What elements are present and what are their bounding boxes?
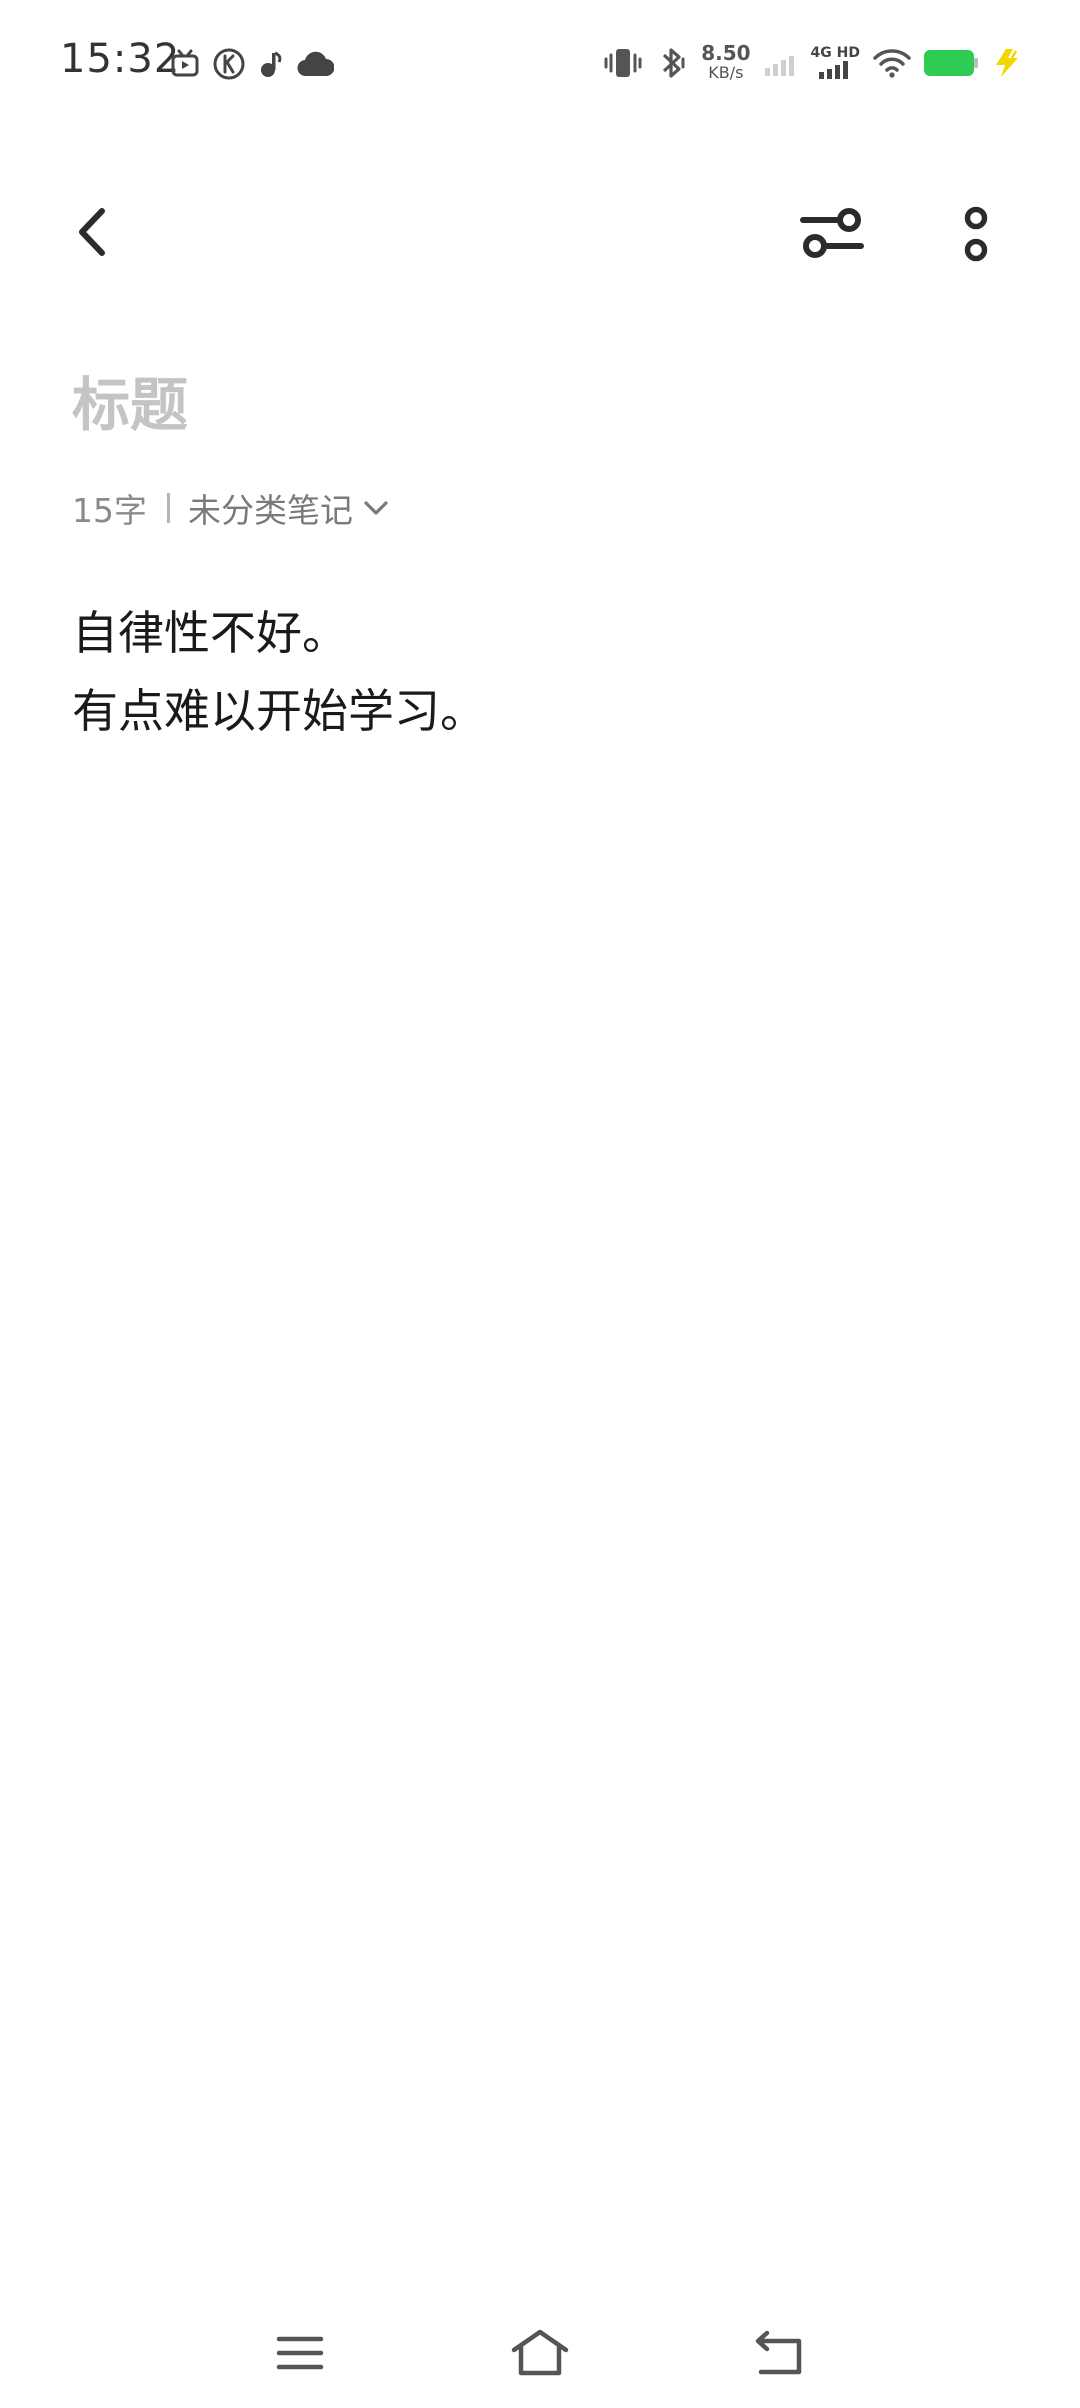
sliders-icon xyxy=(800,208,864,258)
char-count: 15字 xyxy=(72,491,147,530)
net-speed-value: 8.50 xyxy=(701,41,751,65)
note-meta: 15字 未分类笔记 xyxy=(72,478,389,538)
charging-bolt-icon xyxy=(996,49,1018,77)
wifi-icon xyxy=(873,49,911,78)
back-arrow-icon xyxy=(755,2330,802,2375)
category-label: 未分类笔记 xyxy=(188,491,353,530)
menu-icon xyxy=(276,2336,324,2370)
network-type-badge: 4G HD xyxy=(811,46,860,80)
tv-icon xyxy=(171,49,199,77)
net-speed-unit: KB/s xyxy=(708,63,744,82)
cloud-icon xyxy=(297,51,334,77)
format-settings-button[interactable] xyxy=(796,198,868,270)
more-vertical-icon xyxy=(964,206,988,262)
system-icons: 8.50 KB/s 4G HD xyxy=(603,38,1022,88)
signal-sim2-icon xyxy=(819,61,849,79)
meta-divider xyxy=(167,493,170,523)
battery-icon xyxy=(924,50,978,76)
back-button[interactable] xyxy=(62,202,122,262)
nav-menu-button[interactable] xyxy=(260,2318,340,2388)
system-navigation-bar xyxy=(0,2300,1080,2408)
note-line: 有点难以开始学习。 xyxy=(72,684,486,738)
note-content-editor[interactable]: 自律性不好。 有点难以开始学习。 xyxy=(72,594,1012,750)
net-speed-indicator: 8.50 KB/s xyxy=(701,41,751,82)
k-circle-icon xyxy=(213,48,245,80)
hd-label: HD xyxy=(836,45,860,61)
nav-back-button[interactable] xyxy=(740,2318,820,2388)
category-dropdown[interactable]: 未分类笔记 xyxy=(188,484,389,532)
notification-icons xyxy=(170,44,334,84)
status-bar: 15:32 8.50 KB/s 4G HD xyxy=(0,0,1080,128)
nav-home-button[interactable] xyxy=(500,2318,580,2388)
music-note-icon xyxy=(261,51,282,77)
signal-sim1-icon xyxy=(764,56,794,76)
more-options-button[interactable] xyxy=(940,198,1012,270)
vibrate-icon xyxy=(604,49,642,77)
editor-toolbar xyxy=(0,180,1080,290)
note-title-input[interactable] xyxy=(72,360,1012,450)
chevron-down-icon xyxy=(364,501,388,515)
status-time: 15:32 xyxy=(60,36,181,82)
home-icon xyxy=(511,2329,569,2376)
network-type: 4G xyxy=(810,45,832,61)
note-line: 自律性不好。 xyxy=(72,606,348,660)
chevron-left-icon xyxy=(79,208,105,256)
bluetooth-icon xyxy=(663,48,685,78)
